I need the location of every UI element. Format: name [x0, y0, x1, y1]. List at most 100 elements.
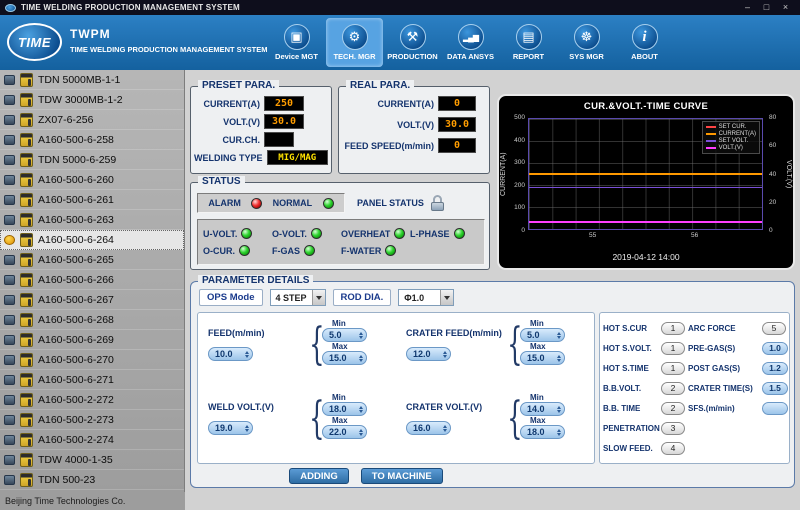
param-row: HOT S.CUR 1 ARC FORCE 5 — [603, 318, 786, 338]
app-name: TIME WELDING PRODUCTION MANAGEMENT SYSTE… — [70, 45, 270, 54]
device-list-item[interactable]: A160-500-6-269 — [0, 330, 184, 350]
spin-down-icon[interactable] — [557, 336, 561, 339]
spin-up-icon[interactable] — [443, 351, 447, 354]
crater-volt-min-spinner[interactable]: 14.0 — [520, 402, 565, 416]
spin-down-icon[interactable] — [245, 429, 249, 432]
sfs-value[interactable] — [762, 402, 788, 415]
device-list-item[interactable]: A160-500-6-267 — [0, 290, 184, 310]
device-list-item[interactable]: A160-500-6-258 — [0, 130, 184, 150]
weld-volt-min-spinner[interactable]: 18.0 — [322, 402, 367, 416]
nav-device-mgt[interactable]: ▣ Device MGT — [268, 18, 325, 67]
nav-about[interactable]: i ABOUT — [616, 18, 673, 67]
crater-time-value[interactable]: 1.5 — [762, 382, 788, 395]
device-list-item[interactable]: A160-500-6-263 — [0, 210, 184, 230]
nav-production[interactable]: ⚒ PRODUCTION — [384, 18, 441, 67]
monitor-icon — [4, 315, 15, 325]
spin-down-icon[interactable] — [359, 433, 363, 436]
crater-feed-min-spinner[interactable]: 5.0 — [520, 328, 565, 342]
crater-volt-value-spinner[interactable]: 16.0 — [406, 421, 451, 435]
feed-value-spinner[interactable]: 10.0 — [208, 347, 253, 361]
device-list-item[interactable]: TDN 5000-6-259 — [0, 150, 184, 170]
indicator-f-gas: F-GAS — [272, 245, 341, 256]
crater-volt-max-spinner[interactable]: 18.0 — [520, 425, 565, 439]
device-list-item[interactable]: A160-500-6-268 — [0, 310, 184, 330]
device-list-item[interactable]: TDW 4000-1-35 — [0, 450, 184, 470]
device-list-item[interactable]: A160-500-6-265 — [0, 250, 184, 270]
nav-data-ansys[interactable]: ▂▄▆ DATA ANSYS — [442, 18, 499, 67]
pre-gas-value[interactable]: 1.0 — [762, 342, 788, 355]
spin-up-icon[interactable] — [359, 406, 363, 409]
spin-up-icon[interactable] — [359, 429, 363, 432]
spin-down-icon[interactable] — [359, 359, 363, 362]
spin-up-icon[interactable] — [557, 355, 561, 358]
device-list-item-selected[interactable]: A160-500-6-264 — [0, 230, 184, 250]
nav-tech-mgr[interactable]: ⚙ TECH. MGR — [326, 18, 383, 67]
spin-up-icon[interactable] — [245, 425, 249, 428]
to-machine-button[interactable]: TO MACHINE — [361, 468, 443, 484]
brace-icon: { — [309, 393, 317, 445]
spin-down-icon[interactable] — [557, 410, 561, 413]
device-list-item[interactable]: A160-500-6-266 — [0, 270, 184, 290]
bb-volt-stepper[interactable]: 2 — [661, 382, 685, 395]
device-list-item[interactable]: A160-500-6-260 — [0, 170, 184, 190]
real-volt-row: VOLT.(V) 30.0 — [342, 117, 486, 132]
device-list-item[interactable]: TDN 500-23 — [0, 470, 184, 490]
weld-volt-max-spinner[interactable]: 22.0 — [322, 425, 367, 439]
hot-s-cur-stepper[interactable]: 1 — [661, 322, 685, 335]
welder-icon — [20, 353, 33, 367]
monitor-icon — [4, 195, 15, 205]
device-list-item[interactable]: TDN 5000MB-1-1 — [0, 70, 184, 90]
spin-down-icon[interactable] — [557, 359, 561, 362]
chart-panel: CUR.&VOLT.-TIME CURVE CURRENT(A) VOLT.(V… — [497, 94, 795, 270]
rod-dia-select[interactable]: Φ1.0 — [398, 289, 454, 306]
indicator-o-volt: O-VOLT. — [272, 228, 341, 239]
crater-feed-max-spinner[interactable]: 15.0 — [520, 351, 565, 365]
device-list-item[interactable]: A160-500-6-261 — [0, 190, 184, 210]
close-button[interactable]: × — [776, 1, 795, 14]
maximize-button[interactable]: □ — [757, 1, 776, 14]
spin-down-icon[interactable] — [359, 410, 363, 413]
spin-down-icon[interactable] — [557, 433, 561, 436]
nav-report[interactable]: ▤ REPORT — [500, 18, 557, 67]
minimize-button[interactable]: – — [738, 1, 757, 14]
spin-down-icon[interactable] — [359, 336, 363, 339]
spin-up-icon[interactable] — [557, 429, 561, 432]
device-list-item[interactable]: ZX07-6-256 — [0, 110, 184, 130]
spin-up-icon[interactable] — [359, 332, 363, 335]
feed-min-spinner[interactable]: 5.0 — [322, 328, 367, 342]
device-list-item[interactable]: A160-500-2-274 — [0, 430, 184, 450]
penetration-stepper[interactable]: 3 — [661, 422, 685, 435]
slow-feed-stepper[interactable]: 4 — [661, 442, 685, 455]
chart-ylabel-right: VOLT.(V) — [785, 118, 792, 230]
adding-button[interactable]: ADDING — [289, 468, 348, 484]
post-gas-value[interactable]: 1.2 — [762, 362, 788, 375]
chevron-down-icon[interactable] — [312, 290, 325, 305]
spin-up-icon[interactable] — [245, 351, 249, 354]
crater-feed-value-spinner[interactable]: 12.0 — [406, 347, 451, 361]
feed-max-spinner[interactable]: 15.0 — [322, 351, 367, 365]
device-list-item[interactable]: A160-500-6-271 — [0, 370, 184, 390]
device-list-item[interactable]: TDW 3000MB-1-2 — [0, 90, 184, 110]
hot-s-volt-stepper[interactable]: 1 — [661, 342, 685, 355]
device-list-item[interactable]: A160-500-6-270 — [0, 350, 184, 370]
monitor-icon — [4, 355, 15, 365]
device-list-item[interactable]: A160-500-2-273 — [0, 410, 184, 430]
spin-up-icon[interactable] — [359, 355, 363, 358]
weld-volt-value-spinner[interactable]: 19.0 — [208, 421, 253, 435]
param-row: HOT S.TIME 1 POST GAS(S) 1.2 — [603, 358, 786, 378]
chevron-down-icon[interactable] — [440, 290, 453, 305]
spin-down-icon[interactable] — [245, 355, 249, 358]
device-list-item[interactable]: A160-500-2-272 — [0, 390, 184, 410]
spin-up-icon[interactable] — [557, 332, 561, 335]
hot-s-time-stepper[interactable]: 1 — [661, 362, 685, 375]
combo-row: OPS Mode 4 STEP ROD DIA. Φ1.0 — [199, 289, 454, 306]
spin-up-icon[interactable] — [557, 406, 561, 409]
nav-sys-mgr[interactable]: ☸ SYS MGR — [558, 18, 615, 67]
ops-mode-select[interactable]: 4 STEP — [270, 289, 326, 306]
arc-force-stepper[interactable]: 5 — [762, 322, 786, 335]
spin-down-icon[interactable] — [443, 429, 447, 432]
chart-plot-area: SET CUR. CURRENT(A) SET VOLT. VOLT.(V) — [528, 118, 763, 230]
spin-up-icon[interactable] — [443, 425, 447, 428]
bb-time-stepper[interactable]: 2 — [661, 402, 685, 415]
spin-down-icon[interactable] — [443, 355, 447, 358]
